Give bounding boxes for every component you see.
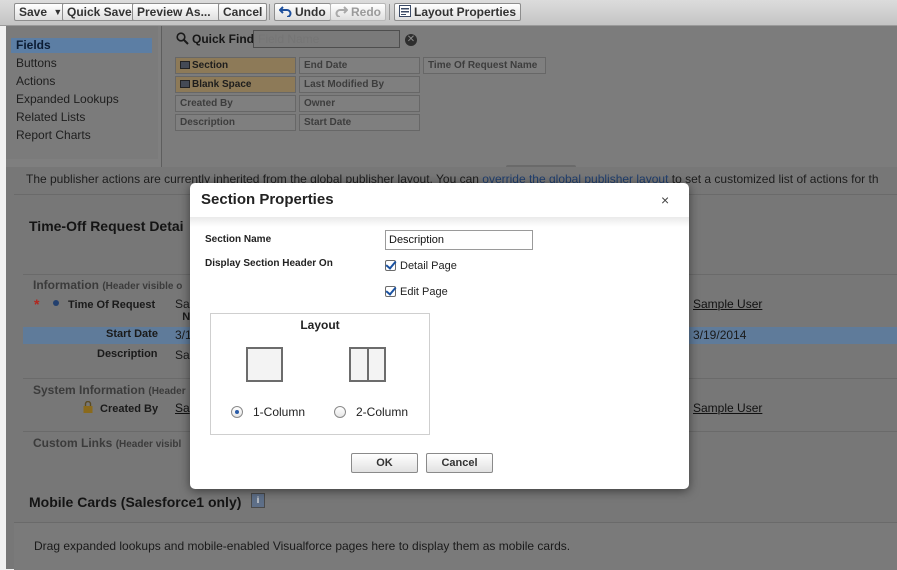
field-palette: Fields Buttons Actions Expanded Lookups … [6, 26, 897, 171]
one-column-label: 1-Column [253, 405, 306, 419]
cancel-button[interactable]: Cancel [218, 3, 268, 21]
palette-field-description[interactable]: Description [175, 114, 296, 131]
two-column-layout-icon[interactable] [349, 347, 386, 382]
palette-field-label: Blank Space [192, 79, 252, 90]
dialog-cancel-button[interactable]: Cancel [426, 453, 493, 473]
last-modified-by-value-link[interactable]: Sample User [693, 401, 762, 415]
mobile-cards-title: Mobile Cards (Salesforce1 only) [29, 494, 242, 510]
system-information-section-header[interactable]: System Information (Header [33, 383, 186, 397]
palette-field-label: Section [192, 60, 229, 71]
preview-as-button[interactable]: Preview As... ▼ [132, 3, 231, 21]
layout-title: Time-Off Request Detai [29, 218, 184, 234]
magnifier-icon [176, 32, 189, 48]
time-of-request-label: Time Of RequestName [68, 299, 212, 323]
dialog-header-divider [190, 217, 689, 227]
field-label-line: Time Of Request [68, 299, 156, 311]
edit-page-label: Edit Page [400, 286, 448, 298]
palette-field-blank-space[interactable]: Blank Space [175, 76, 296, 93]
palette-field-end-date[interactable]: End Date [299, 57, 420, 74]
preview-as-label: Preview As... [137, 5, 211, 19]
palette-category-related-lists[interactable]: Related Lists [11, 110, 152, 125]
section-name-label: Section Name [205, 234, 272, 245]
lock-icon [83, 400, 93, 416]
section-icon [180, 61, 190, 69]
description-label: Description [97, 348, 158, 360]
info-icon[interactable]: i [251, 493, 265, 508]
palette-field-created-by[interactable]: Created By [175, 95, 296, 112]
section-title: System Information [33, 383, 146, 397]
palette-category-report-charts[interactable]: Report Charts [11, 128, 152, 143]
two-column-option[interactable]: 2-Column [334, 405, 408, 419]
palette-category-fields[interactable]: Fields [11, 38, 152, 53]
save-label: Save [19, 5, 48, 19]
save-dropdown-icon[interactable]: ▼ [53, 4, 62, 20]
toolbar-divider [269, 4, 270, 20]
detail-page-label: Detail Page [400, 260, 457, 272]
redo-button[interactable]: Redo [330, 3, 386, 21]
palette-category-expanded-lookups[interactable]: Expanded Lookups [11, 92, 152, 107]
palette-field-start-date[interactable]: Start Date [299, 114, 420, 131]
section-note: (Header [148, 386, 186, 397]
quick-find-input[interactable] [253, 30, 400, 48]
section-title: Custom Links [33, 436, 113, 450]
layout-properties-label: Layout Properties [414, 5, 517, 19]
two-column-radio[interactable] [334, 406, 346, 418]
palette-category-actions[interactable]: Actions [11, 74, 152, 89]
display-section-header-label: Display Section Header On [205, 258, 333, 269]
layout-properties-icon [399, 4, 411, 21]
publisher-note-text: to set a customized list of actions for … [668, 172, 879, 186]
undo-label: Undo [295, 5, 326, 19]
palette-category-list: Fields Buttons Actions Expanded Lookups … [6, 26, 158, 159]
one-column-option[interactable]: 1-Column [231, 405, 305, 419]
clear-search-icon[interactable]: ✕ [405, 34, 417, 46]
edit-page-checkbox[interactable] [385, 286, 396, 297]
created-by-label: Created By [100, 403, 159, 415]
quick-save-button[interactable]: Quick Save [62, 3, 137, 21]
created-by-value-link[interactable]: Sa [175, 401, 190, 415]
palette-field-last-modified-by[interactable]: Last Modified By [299, 76, 420, 93]
time-of-request-value: Sa [175, 297, 190, 311]
layout-group-title: Layout [300, 318, 340, 332]
save-button[interactable]: Save ▼ [14, 3, 68, 21]
palette-field-time-of-request-name[interactable]: Time Of Request Name [423, 57, 546, 74]
palette-category-buttons[interactable]: Buttons [11, 56, 152, 71]
end-date-value: 3/19/2014 [693, 328, 747, 342]
palette-fields-area: Quick Find ✕ Section End Date Time Of Re… [161, 26, 897, 167]
owner-value-link[interactable]: Sample User [693, 297, 762, 311]
blank-space-icon [180, 80, 190, 88]
redo-icon [335, 5, 349, 21]
section-properties-dialog: Section Properties × Section Name Displa… [190, 183, 689, 489]
toolbar-divider [389, 4, 390, 20]
palette-field-section[interactable]: Section [175, 57, 296, 74]
quick-find-label: Quick Find [192, 32, 255, 46]
description-value: Sa [175, 348, 190, 362]
custom-links-section-header[interactable]: Custom Links (Header visibl [33, 436, 181, 450]
layout-properties-button[interactable]: Layout Properties [394, 3, 522, 21]
dialog-title: Section Properties [201, 191, 334, 208]
information-section-header[interactable]: Information (Header visible o [33, 278, 182, 292]
section-name-input[interactable] [385, 230, 533, 250]
undo-button[interactable]: Undo [274, 3, 331, 21]
section-note: (Header visible o [102, 281, 183, 292]
start-date-label: Start Date [106, 328, 158, 340]
redo-label: Redo [351, 5, 381, 19]
section-title: Information [33, 278, 99, 292]
required-star-icon: * [34, 296, 40, 312]
one-column-layout-icon[interactable] [246, 347, 283, 382]
layout-editor-toolbar: Save ▼ Quick Save Preview As... ▼ Cancel… [0, 0, 897, 26]
detail-page-option[interactable]: Detail Page [385, 260, 457, 272]
close-icon[interactable]: × [661, 192, 669, 208]
one-column-radio[interactable] [231, 406, 243, 418]
edit-page-option[interactable]: Edit Page [385, 286, 448, 298]
two-column-label: 2-Column [356, 405, 409, 419]
required-dot-icon [53, 300, 59, 306]
ok-button[interactable]: OK [351, 453, 418, 473]
detail-page-checkbox[interactable] [385, 260, 396, 271]
layout-group: Layout 1-Column 2-Column [210, 313, 430, 435]
palette-field-owner[interactable]: Owner [299, 95, 420, 112]
undo-icon [278, 5, 292, 21]
section-note: (Header visibl [115, 439, 182, 450]
mobile-cards-hint: Drag expanded lookups and mobile-enabled… [34, 539, 571, 553]
